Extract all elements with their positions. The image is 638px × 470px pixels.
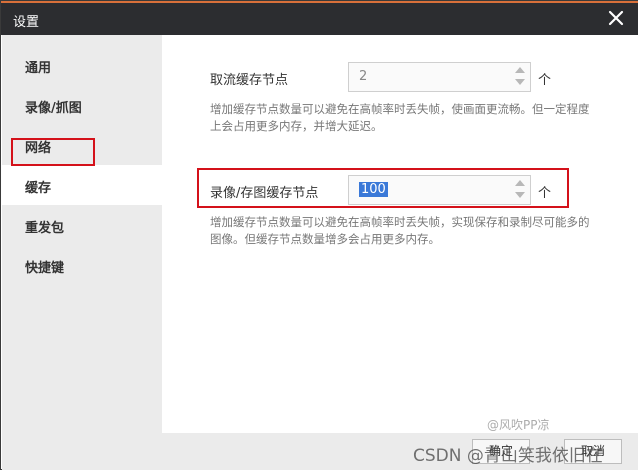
- sidebar-item-label: 网络: [25, 141, 52, 156]
- dialog-footer: 确定 取消: [2, 433, 638, 470]
- stream-cache-label: 取流缓存节点: [210, 73, 289, 88]
- record-cache-description: 增加缓存节点数量可以避免在高帧率时丢失帧，实现保存和录制尽可能多的图像。但缓存节…: [210, 215, 590, 246]
- sidebar-item-cache[interactable]: 缓存: [2, 165, 162, 205]
- increment-icon[interactable]: [515, 180, 525, 186]
- settings-sidebar: 通用 录像/抓图 网络 缓存 重发包 快捷键: [2, 35, 162, 433]
- record-cache-unit: 个: [538, 186, 552, 201]
- ok-button[interactable]: 确定: [472, 439, 530, 464]
- sidebar-item-label: 通用: [25, 61, 52, 76]
- sidebar-item-general[interactable]: 通用: [2, 45, 162, 85]
- stream-cache-description: 增加缓存节点数量可以避免在高帧率时丢失帧，使画面更流畅。但一定程度上会占用更多内…: [210, 102, 590, 133]
- stream-cache-value[interactable]: 2: [359, 69, 367, 84]
- record-cache-label: 录像/存图缓存节点: [210, 186, 319, 201]
- stream-cache-stepper[interactable]: 2: [348, 62, 531, 92]
- increment-icon[interactable]: [515, 67, 525, 73]
- decrement-icon[interactable]: [515, 79, 525, 85]
- record-cache-value[interactable]: 100: [359, 182, 388, 197]
- title-bar: 设置: [1, 1, 638, 35]
- settings-dialog: 设置 通用 录像/抓图 网络 缓存 重发包 快捷键 取流缓存节点 2 个 增加缓…: [0, 0, 638, 470]
- cancel-button[interactable]: 取消: [564, 439, 622, 464]
- stepper-arrows[interactable]: [514, 65, 526, 89]
- sidebar-item-label: 重发包: [25, 221, 65, 236]
- stepper-arrows[interactable]: [514, 178, 526, 202]
- decrement-icon[interactable]: [515, 192, 525, 198]
- sidebar-item-network[interactable]: 网络: [2, 125, 162, 165]
- record-cache-stepper[interactable]: 100: [348, 175, 531, 205]
- sidebar-item-label: 快捷键: [25, 261, 65, 276]
- dialog-title: 设置: [13, 15, 40, 30]
- close-icon[interactable]: [607, 9, 625, 27]
- sidebar-item-shortcuts[interactable]: 快捷键: [2, 245, 162, 285]
- sidebar-item-resend-packet[interactable]: 重发包: [2, 205, 162, 245]
- sidebar-item-label: 录像/抓图: [25, 101, 82, 116]
- sidebar-item-record-capture[interactable]: 录像/抓图: [2, 85, 162, 125]
- sidebar-item-label: 缓存: [25, 181, 52, 196]
- stream-cache-unit: 个: [538, 73, 552, 88]
